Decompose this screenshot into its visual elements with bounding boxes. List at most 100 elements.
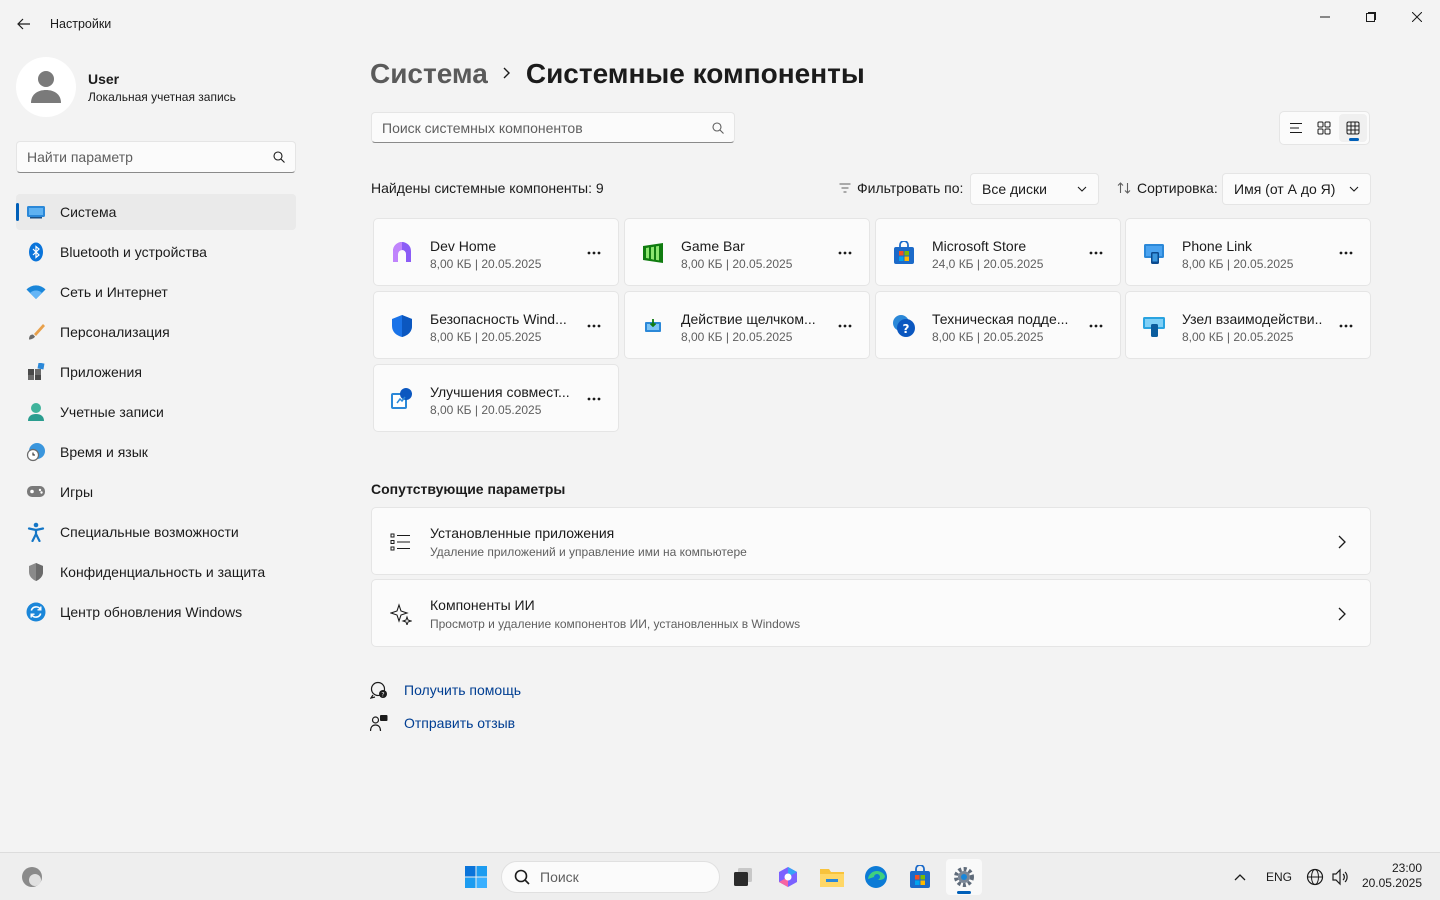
component-meta: 8,00 КБ | 20.05.2025: [1182, 257, 1294, 271]
more-options-button[interactable]: [582, 387, 606, 411]
component-card[interactable]: Dev Home 8,00 КБ | 20.05.2025: [373, 218, 619, 286]
back-button[interactable]: [10, 10, 38, 38]
send-feedback-link[interactable]: Отправить отзыв: [370, 714, 515, 732]
filter-label: Фильтровать по:: [857, 180, 964, 196]
input-language-indicator[interactable]: ENG: [1266, 870, 1292, 884]
sidebar-item-label: Система: [60, 204, 117, 220]
more-options-button[interactable]: [1334, 314, 1358, 338]
breadcrumb: Система Системные компоненты: [370, 58, 865, 90]
compat-icon: [391, 388, 412, 409]
sort-dropdown[interactable]: Имя (от А до Я): [1222, 173, 1371, 205]
more-options-button[interactable]: [1084, 314, 1108, 338]
copilot-button[interactable]: [770, 859, 806, 895]
sidebar-item-personalization[interactable]: Персонализация: [16, 314, 296, 350]
account-type: Локальная учетная запись: [88, 89, 236, 104]
sidebar-item-system[interactable]: Система: [16, 194, 296, 230]
shield-icon: [26, 562, 46, 582]
chevron-down-icon: [1077, 186, 1087, 192]
component-name: Узел взаимодействи...: [1182, 311, 1322, 327]
search-icon: [514, 869, 530, 885]
more-icon: [1339, 251, 1353, 255]
close-button[interactable]: [1394, 2, 1440, 32]
sidebar-item-label: Учетные записи: [60, 404, 164, 420]
store-icon: [910, 865, 930, 888]
show-hidden-icons-button[interactable]: [1222, 859, 1258, 895]
volume-tray-button[interactable]: [1322, 859, 1358, 895]
more-icon: [1089, 251, 1103, 255]
widgets-button[interactable]: [14, 859, 50, 895]
component-card[interactable]: Microsoft Store 24,0 КБ | 20.05.2025: [875, 218, 1121, 286]
component-card[interactable]: Phone Link 8,00 КБ | 20.05.2025: [1125, 218, 1371, 286]
component-card[interactable]: Безопасность Wind... 8,00 КБ | 20.05.202…: [373, 291, 619, 359]
component-name: Microsoft Store: [932, 238, 1027, 254]
file-explorer-button[interactable]: [814, 859, 850, 895]
windows-logo-icon: [465, 866, 487, 888]
filter-dropdown[interactable]: Все диски: [970, 173, 1099, 205]
start-button[interactable]: [458, 859, 494, 895]
game-bar-icon: [643, 243, 663, 263]
sidebar-item-privacy[interactable]: Конфиденциальность и защита: [16, 554, 296, 590]
more-options-button[interactable]: [1084, 241, 1108, 265]
sidebar-item-apps[interactable]: Приложения: [16, 354, 296, 390]
taskbar-search[interactable]: Поиск: [501, 861, 720, 893]
apps-icon: [26, 362, 46, 382]
bluetooth-icon: [26, 242, 46, 262]
filter-value: Все диски: [982, 181, 1047, 197]
sidebar-item-accessibility[interactable]: Специальные возможности: [16, 514, 296, 550]
taskbar-clock[interactable]: 23:00 20.05.2025: [1360, 861, 1422, 891]
list-view-button[interactable]: [1282, 114, 1310, 142]
sidebar-item-label: Сеть и Интернет: [60, 284, 168, 300]
edge-button[interactable]: [858, 859, 894, 895]
feedback-icon: [370, 715, 388, 732]
more-options-button[interactable]: [582, 241, 606, 265]
sidebar-item-time-language[interactable]: Время и язык: [16, 434, 296, 470]
user-profile[interactable]: User Локальная учетная запись: [16, 57, 236, 117]
minimize-button[interactable]: [1302, 2, 1348, 32]
sidebar-item-windows-update[interactable]: Центр обновления Windows: [16, 594, 296, 630]
component-card[interactable]: Game Bar 8,00 КБ | 20.05.2025: [624, 218, 870, 286]
sidebar-item-accounts[interactable]: Учетные записи: [16, 394, 296, 430]
component-card[interactable]: ? Техническая подде... 8,00 КБ | 20.05.2…: [875, 291, 1121, 359]
more-options-button[interactable]: [833, 241, 857, 265]
component-search-box[interactable]: [371, 112, 735, 143]
wifi-icon: [26, 282, 46, 302]
update-icon: [26, 602, 46, 622]
component-search-input[interactable]: [382, 119, 712, 136]
tile-view-button[interactable]: [1310, 114, 1338, 142]
component-card[interactable]: Узел взаимодействи... 8,00 КБ | 20.05.20…: [1125, 291, 1371, 359]
component-name: Phone Link: [1182, 238, 1253, 254]
click-to-do-icon: [645, 319, 661, 332]
settings-taskbar-button[interactable]: [946, 859, 982, 895]
more-options-button[interactable]: [1334, 241, 1358, 265]
installed-apps-link[interactable]: Установленные приложения Удаление прилож…: [371, 507, 1371, 575]
help-icon: ?: [370, 681, 387, 699]
search-icon: [273, 151, 285, 163]
clock-date: 20.05.2025: [1361, 876, 1422, 890]
settings-search-box[interactable]: [16, 141, 296, 173]
sort-value: Имя (от А до Я): [1234, 181, 1336, 197]
store-button[interactable]: [902, 859, 938, 895]
more-icon: [838, 324, 852, 328]
component-meta: 8,00 КБ | 20.05.2025: [681, 257, 793, 271]
settings-search-input[interactable]: [27, 149, 273, 165]
breadcrumb-parent-link[interactable]: Система: [370, 58, 488, 90]
ai-components-link[interactable]: Компоненты ИИ Просмотр и удаление компон…: [371, 579, 1371, 647]
sidebar-item-network[interactable]: Сеть и Интернет: [16, 274, 296, 310]
sidebar-item-label: Время и язык: [60, 444, 148, 460]
tile-view-icon: [1317, 121, 1331, 135]
security-shield-icon: [392, 315, 412, 337]
grid-view-icon: [1346, 121, 1360, 135]
more-icon: [1089, 324, 1103, 328]
edge-icon: [865, 866, 887, 888]
more-options-button[interactable]: [833, 314, 857, 338]
sidebar-item-bluetooth[interactable]: Bluetooth и устройства: [16, 234, 296, 270]
get-help-link[interactable]: ? Получить помощь: [370, 681, 521, 699]
more-options-button[interactable]: [582, 314, 606, 338]
user-avatar-icon: [31, 71, 61, 103]
task-view-button[interactable]: [725, 859, 761, 895]
maximize-button[interactable]: [1348, 2, 1394, 32]
sidebar-item-gaming[interactable]: Игры: [16, 474, 296, 510]
component-card[interactable]: Действие щелчком... 8,00 КБ | 20.05.2025: [624, 291, 870, 359]
grid-view-button[interactable]: [1338, 114, 1367, 142]
component-card[interactable]: Улучшения совмест... 8,00 КБ | 20.05.202…: [373, 364, 619, 432]
